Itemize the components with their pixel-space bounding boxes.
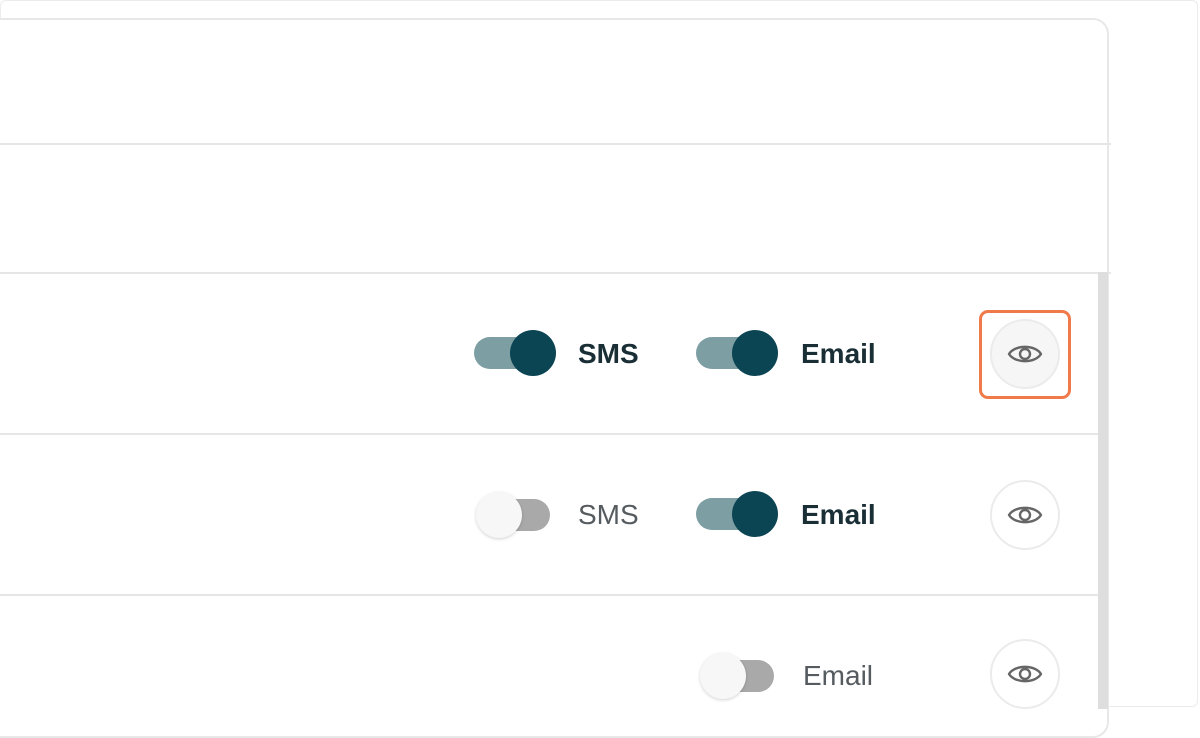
view-button[interactable] [990,480,1060,550]
scrollbar[interactable] [1098,272,1108,709]
toggle-knob [700,653,746,699]
row-divider [0,143,1111,145]
email-toggle-label[interactable]: Email [801,495,876,535]
eye-icon [1007,665,1043,683]
email-toggle[interactable] [700,653,774,699]
toggle-knob [476,492,522,538]
sms-toggle-label[interactable]: SMS [578,334,639,374]
eye-icon [1007,506,1043,524]
toggle-knob [732,491,778,537]
view-button-highlight [979,310,1071,399]
row-divider [0,272,1111,274]
toggle-knob [510,330,556,376]
view-button[interactable] [990,639,1060,709]
notification-settings-card [0,18,1111,738]
email-toggle-label[interactable]: Email [801,334,876,374]
email-toggle-label[interactable]: Email [803,656,873,696]
toggle-knob [732,330,778,376]
row-divider [0,433,1102,435]
sms-toggle[interactable] [476,492,550,538]
row-divider [0,594,1102,596]
email-toggle[interactable] [696,330,778,376]
email-toggle[interactable] [696,491,778,537]
sms-toggle[interactable] [474,330,556,376]
sms-toggle-label[interactable]: SMS [578,495,639,535]
